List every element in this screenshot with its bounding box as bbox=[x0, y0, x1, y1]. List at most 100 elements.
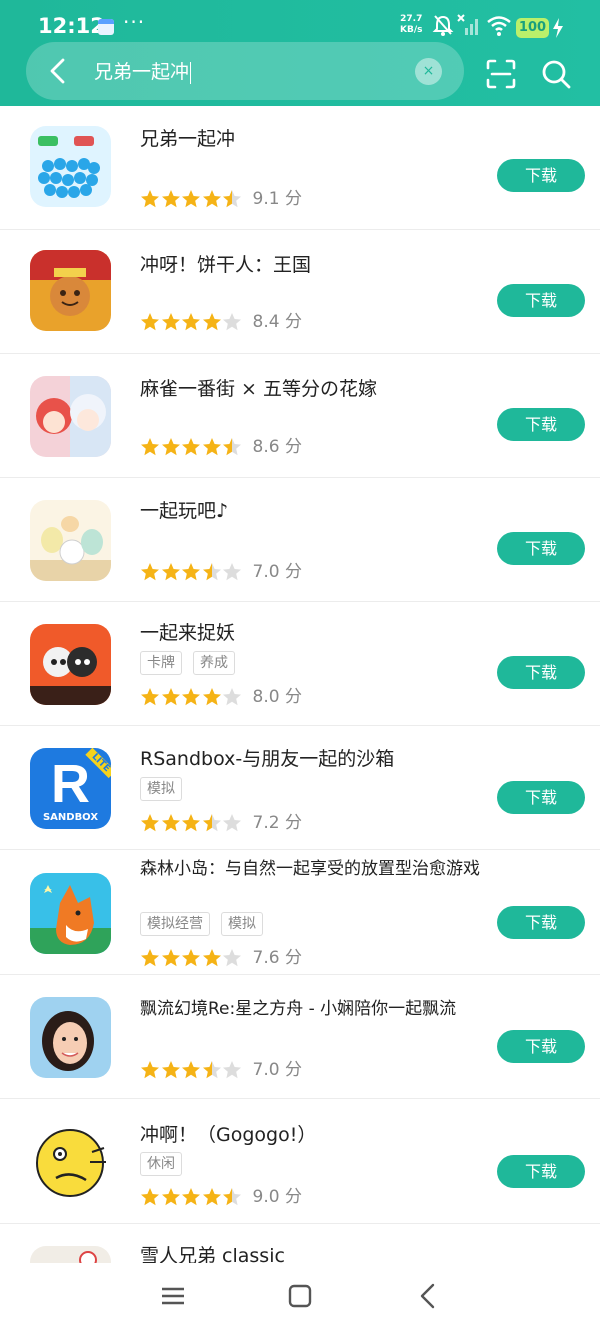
app-title[interactable]: RSandbox-与朋友一起的沙箱 bbox=[140, 747, 485, 771]
star-icon bbox=[141, 1060, 159, 1078]
result-item[interactable]: 冲呀！饼干人：王国 8.4 分 下载 bbox=[0, 230, 600, 354]
star-icon bbox=[161, 1187, 180, 1205]
star-icon bbox=[182, 1187, 200, 1205]
result-item[interactable]: 一起来捉妖 卡牌 养成 8.0 分 下载 bbox=[0, 602, 600, 726]
menu-icon[interactable] bbox=[158, 1281, 188, 1311]
star-icon bbox=[161, 1060, 180, 1078]
more-notifications-icon: ··· bbox=[123, 10, 146, 34]
search-results-list[interactable]: 兄弟一起冲 9.1 分 下载 冲呀！饼干人：王国 8.4 分 下载 麻雀一番街 … bbox=[0, 106, 600, 1263]
download-button[interactable]: 下载 bbox=[497, 1155, 585, 1188]
download-button[interactable]: 下载 bbox=[497, 159, 585, 192]
star-icon bbox=[141, 312, 159, 330]
search-query: 兄弟一起冲 bbox=[94, 61, 190, 83]
app-rating: 8.0 分 bbox=[140, 684, 302, 708]
text-cursor bbox=[190, 61, 192, 84]
download-button[interactable]: 下载 bbox=[497, 656, 585, 689]
home-icon[interactable] bbox=[285, 1281, 315, 1311]
app-title[interactable]: 冲啊！（Gogogo!） bbox=[140, 1123, 485, 1147]
app-tags: 卡牌 养成 bbox=[140, 651, 246, 677]
result-item[interactable]: 雪人兄弟 classic bbox=[0, 1224, 600, 1263]
girl-portrait-app-icon bbox=[30, 997, 111, 1078]
result-item[interactable]: 兄弟一起冲 9.1 分 下载 bbox=[0, 106, 600, 230]
star-icon bbox=[202, 437, 221, 455]
rsandbox-app-icon: R LITE SANDBOX bbox=[30, 748, 111, 829]
download-button[interactable]: 下载 bbox=[497, 906, 585, 939]
wifi-icon bbox=[487, 16, 511, 36]
result-item[interactable]: 麻雀一番街 × 五等分の花嫁 8.6 分 下载 bbox=[0, 354, 600, 478]
search-bar[interactable]: 兄弟一起冲 × bbox=[26, 42, 464, 100]
search-icon[interactable] bbox=[538, 56, 574, 92]
download-button[interactable]: 下载 bbox=[497, 408, 585, 441]
charging-icon bbox=[553, 18, 563, 38]
app-title[interactable]: 冲呀！饼干人：王国 bbox=[140, 253, 485, 277]
system-nav-bar bbox=[0, 1263, 600, 1333]
star-icon bbox=[182, 562, 200, 580]
search-input[interactable]: 兄弟一起冲 bbox=[94, 57, 192, 84]
tag[interactable]: 卡牌 bbox=[140, 651, 182, 675]
rating-score: 8.4 分 bbox=[252, 311, 302, 332]
app-title[interactable]: 飘流幻境Re:星之方舟 - 小娴陪你一起飘流 bbox=[140, 997, 485, 1021]
star-icon bbox=[223, 687, 241, 705]
star-icon bbox=[202, 813, 221, 831]
star-icon bbox=[182, 312, 200, 330]
tag[interactable]: 模拟 bbox=[221, 912, 263, 936]
back-arrow-icon[interactable] bbox=[42, 55, 74, 87]
app-rating: 9.0 分 bbox=[140, 1184, 302, 1208]
rating-score: 8.6 分 bbox=[252, 436, 302, 457]
app-header: 12:12 ··· 27.7 KB/s 100 兄弟一起冲 × bbox=[0, 0, 600, 106]
app-rating: 7.0 分 bbox=[140, 1057, 302, 1081]
download-button[interactable]: 下载 bbox=[497, 284, 585, 317]
star-icon bbox=[141, 562, 159, 580]
app-tags: 模拟经营 模拟 bbox=[140, 912, 274, 938]
tag[interactable]: 休闲 bbox=[140, 1152, 182, 1176]
snow-bros-app-icon bbox=[30, 1246, 111, 1263]
result-item[interactable]: 一起玩吧♪ 7.0 分 下载 bbox=[0, 478, 600, 602]
result-item[interactable]: 飘流幻境Re:星之方舟 - 小娴陪你一起飘流 7.0 分 下载 bbox=[0, 975, 600, 1099]
app-title[interactable]: 一起玩吧♪ bbox=[140, 499, 485, 523]
star-icon bbox=[161, 189, 180, 207]
star-icon bbox=[223, 1060, 241, 1078]
back-icon[interactable] bbox=[413, 1281, 443, 1311]
result-item[interactable]: 森林小岛：与自然一起享受的放置型治愈游戏 模拟经营 模拟 7.6 分 下载 bbox=[0, 851, 600, 975]
star-icon bbox=[161, 437, 180, 455]
tag[interactable]: 模拟 bbox=[140, 777, 182, 801]
app-title[interactable]: 兄弟一起冲 bbox=[140, 127, 485, 151]
app-title[interactable]: 麻雀一番街 × 五等分の花嫁 bbox=[140, 377, 485, 401]
download-button[interactable]: 下载 bbox=[497, 532, 585, 565]
result-item[interactable]: R LITE SANDBOX RSandbox-与朋友一起的沙箱 模拟 7.2 … bbox=[0, 726, 600, 850]
tag[interactable]: 模拟经营 bbox=[140, 912, 210, 936]
download-button[interactable]: 下载 bbox=[497, 1030, 585, 1063]
scan-icon[interactable] bbox=[483, 56, 519, 92]
star-icon bbox=[223, 813, 241, 831]
tag[interactable]: 养成 bbox=[193, 651, 235, 675]
app-tags: 休闲 bbox=[140, 1152, 193, 1178]
download-button[interactable]: 下载 bbox=[497, 781, 585, 814]
sumikko-app-icon bbox=[30, 500, 111, 581]
mahjong-anime-app-icon bbox=[30, 376, 111, 457]
star-icon bbox=[202, 1187, 221, 1205]
battery-level: 100 bbox=[516, 18, 549, 38]
calendar-notification-icon bbox=[98, 19, 114, 35]
app-rating: 8.4 分 bbox=[140, 309, 302, 333]
star-icon bbox=[202, 687, 221, 705]
app-title[interactable]: 森林小岛：与自然一起享受的放置型治愈游戏 bbox=[140, 857, 485, 881]
star-icon bbox=[141, 437, 159, 455]
network-speed-value: 27.7 bbox=[400, 14, 423, 24]
app-title[interactable]: 雪人兄弟 classic bbox=[140, 1244, 485, 1263]
result-item[interactable]: 冲啊！（Gogogo!） 休闲 9.0 分 下载 bbox=[0, 1100, 600, 1224]
mute-bell-icon bbox=[432, 15, 454, 36]
clear-search-button[interactable]: × bbox=[415, 58, 442, 85]
rating-score: 7.0 分 bbox=[252, 561, 302, 582]
star-icon bbox=[161, 948, 180, 966]
rsandbox-caption: SANDBOX bbox=[42, 812, 99, 823]
star-icon bbox=[161, 562, 180, 580]
rating-score: 9.1 分 bbox=[252, 188, 302, 209]
star-icon bbox=[202, 189, 221, 207]
star-icon bbox=[182, 1060, 200, 1078]
star-icon bbox=[182, 437, 200, 455]
star-icon bbox=[182, 948, 200, 966]
star-icon bbox=[223, 189, 241, 207]
star-icon bbox=[161, 312, 180, 330]
star-icon bbox=[141, 687, 159, 705]
app-title[interactable]: 一起来捉妖 bbox=[140, 621, 485, 645]
